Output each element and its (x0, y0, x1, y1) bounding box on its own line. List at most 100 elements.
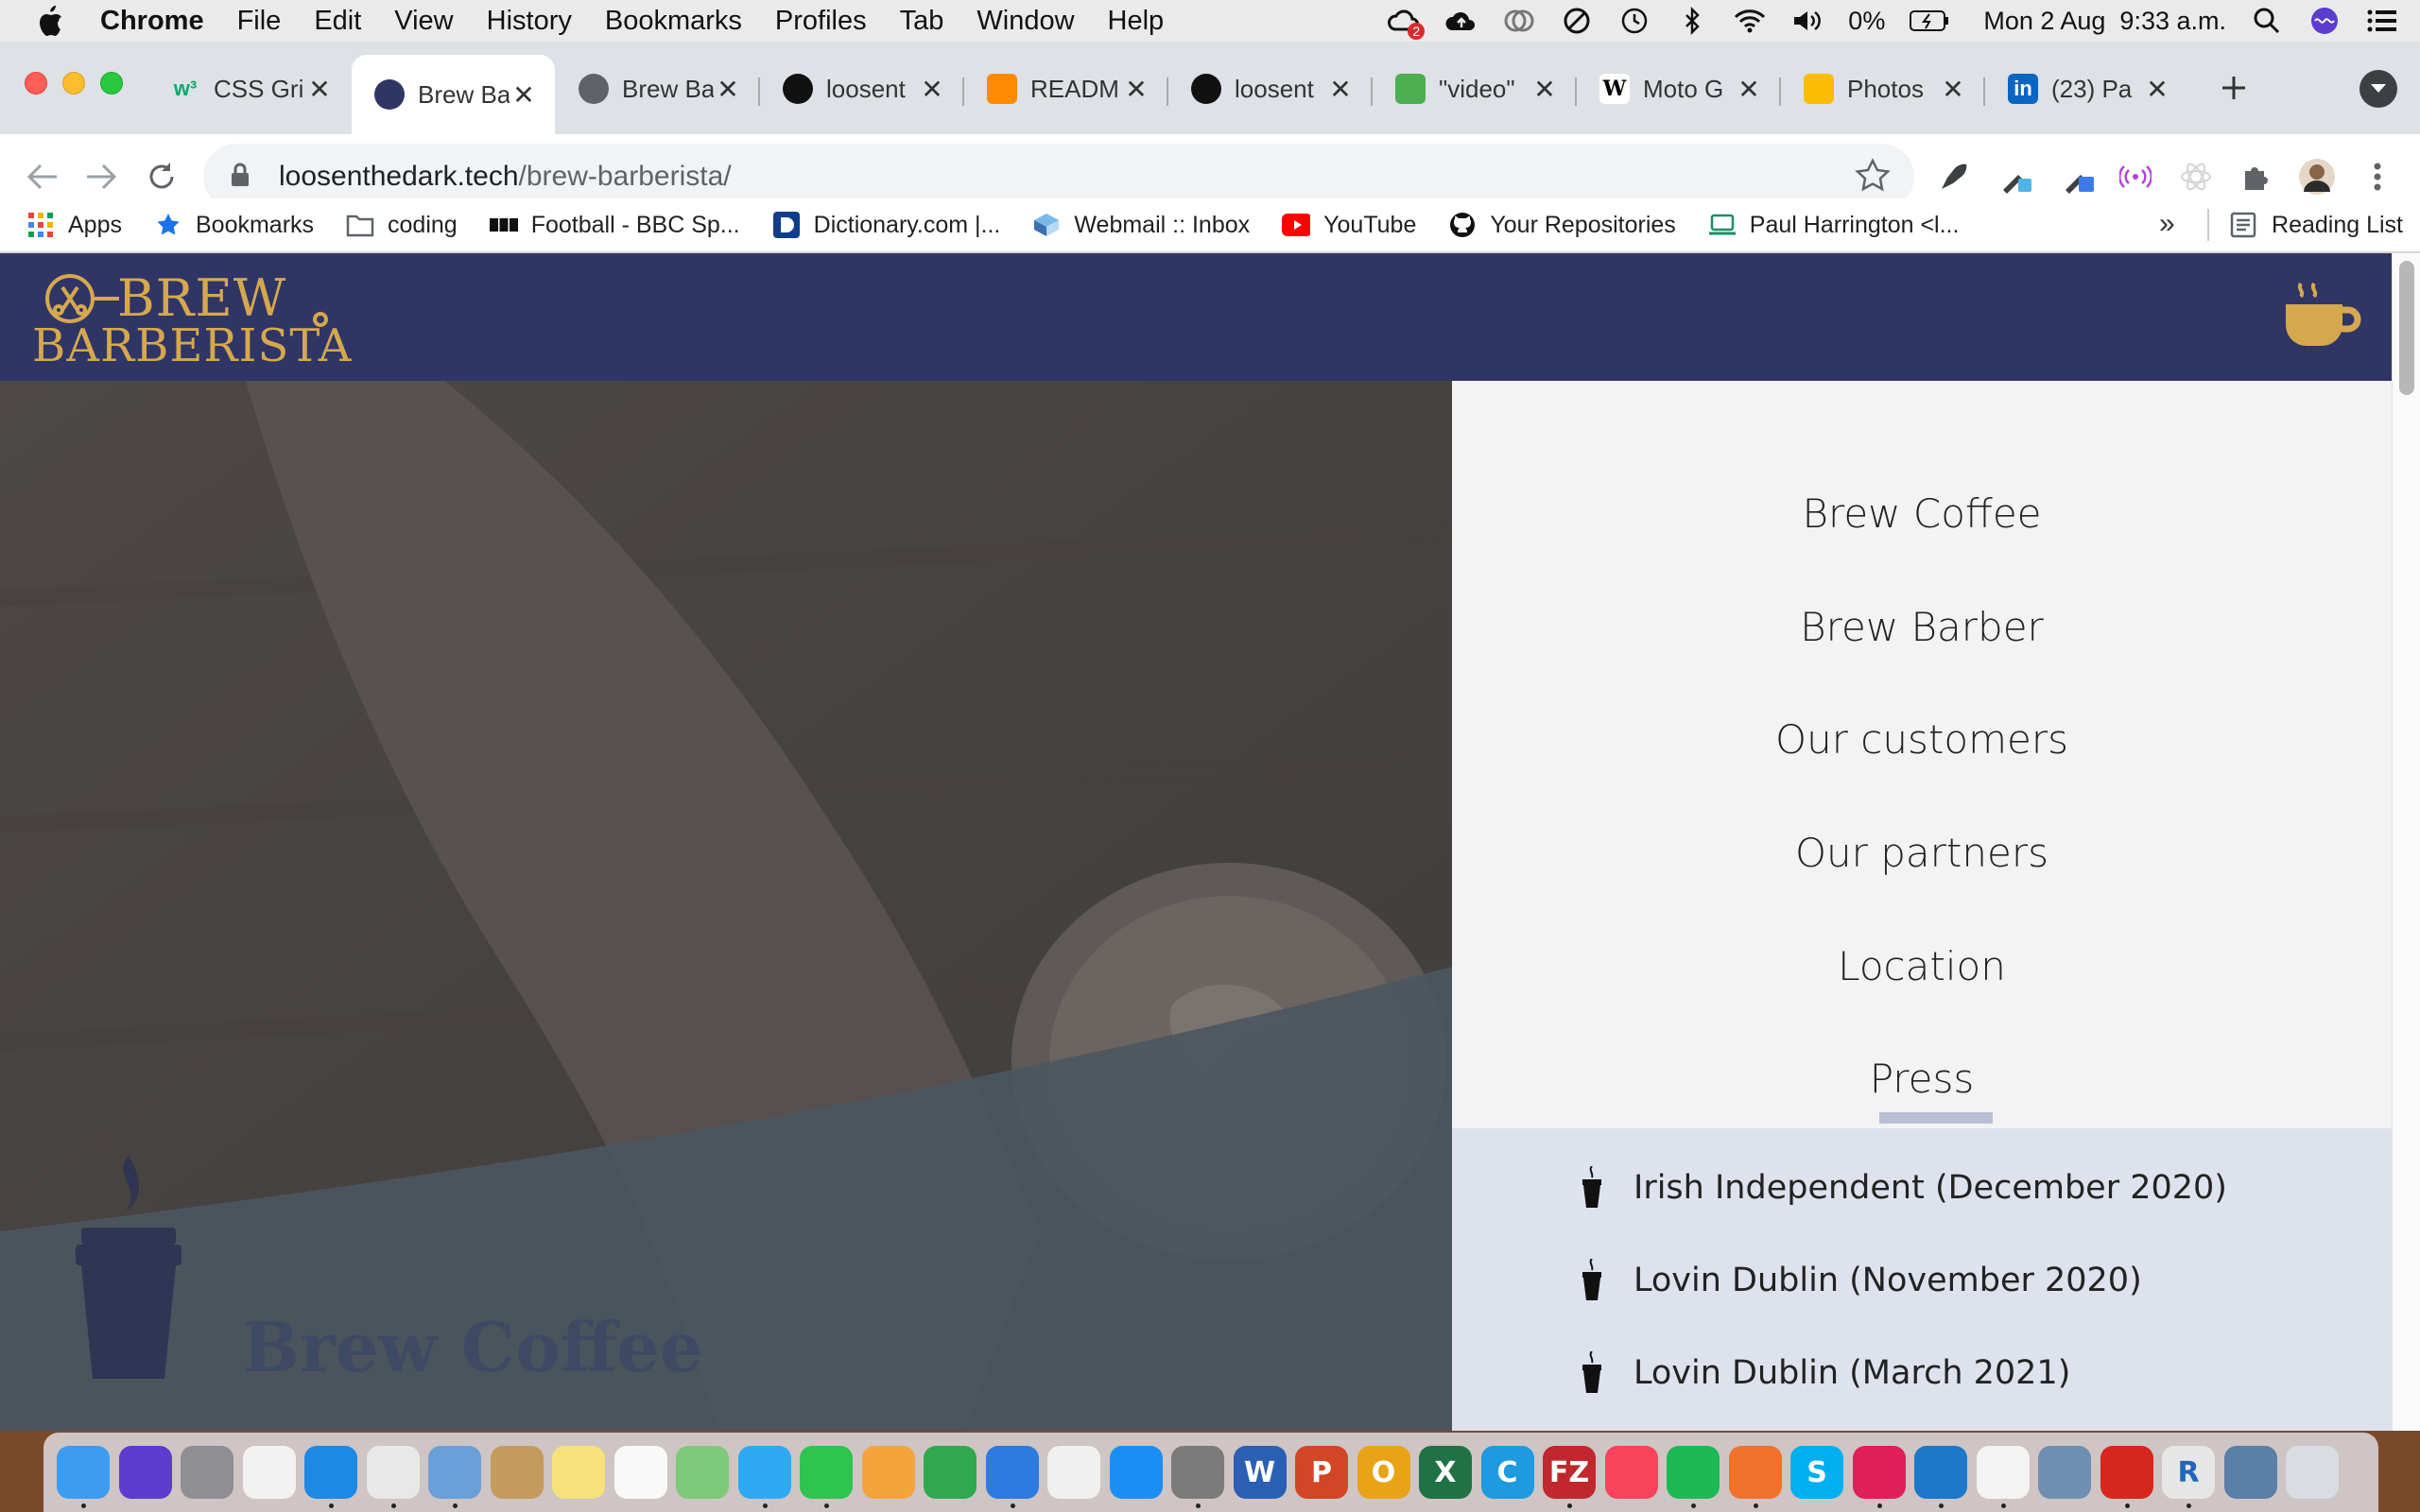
preview-dock-icon[interactable] (428, 1446, 481, 1508)
menu-history[interactable]: History (487, 6, 572, 37)
volume-icon[interactable] (1790, 4, 1824, 38)
browser-tab[interactable]: loosent ✕ (1168, 60, 1372, 117)
wifi-icon[interactable] (1733, 4, 1767, 38)
bookmark-item[interactable]: Webmail :: Inbox (1032, 211, 1250, 239)
system-preferences-dock-icon[interactable] (1171, 1446, 1224, 1508)
tab-close-icon[interactable]: ✕ (1939, 74, 1967, 105)
extensions-puzzle-icon[interactable] (2235, 155, 2278, 198)
bluetooth-icon[interactable] (1675, 4, 1709, 38)
browser-tab[interactable]: Brew Ba ✕ (352, 55, 555, 134)
bookmarks-overflow-button[interactable]: » (2159, 208, 2175, 240)
messages-dock-icon[interactable] (737, 1446, 791, 1508)
tab-close-icon[interactable]: ✕ (918, 74, 946, 105)
reading-list-button[interactable]: Reading List (2207, 198, 2403, 251)
notes-dock-icon[interactable] (552, 1446, 605, 1499)
word-dock-icon[interactable]: W (1233, 1446, 1287, 1499)
reload-button[interactable] (138, 153, 185, 200)
reminders-dock-icon[interactable] (614, 1446, 667, 1499)
window-minimize-button[interactable] (62, 72, 85, 94)
app-store-dock-icon[interactable] (1109, 1446, 1163, 1499)
cloud-upload-icon[interactable] (1444, 4, 1478, 38)
textedit-dock-icon[interactable] (1976, 1446, 2030, 1508)
menu-app-name[interactable]: Chrome (100, 6, 204, 37)
new-tab-button[interactable] (2210, 64, 2257, 112)
spotify-dock-icon[interactable] (1667, 1446, 1720, 1508)
eyedropper-extension-icon[interactable] (2057, 155, 2100, 198)
do-not-disturb-icon[interactable] (1560, 4, 1594, 38)
safari-dock-icon[interactable] (304, 1446, 357, 1508)
menu-edit[interactable]: Edit (314, 6, 361, 37)
cloud-sync-icon[interactable] (1502, 4, 1536, 38)
browser-tab[interactable]: READM ✕ (964, 60, 1167, 117)
acrobat-dock-icon[interactable] (2100, 1446, 2153, 1508)
bookmark-item[interactable]: Paul Harrington <l... (1708, 211, 1959, 239)
apple-menu-icon[interactable] (36, 5, 74, 37)
bookmark-star-icon[interactable] (1854, 157, 1892, 199)
filezilla-dock-icon[interactable]: FZ (1543, 1446, 1596, 1508)
menu-file[interactable]: File (237, 6, 282, 37)
bookmark-item[interactable]: coding (346, 211, 458, 239)
press-item[interactable]: Lovin Dublin (March 2021) (1575, 1351, 2070, 1395)
tab-search-button[interactable] (2360, 70, 2397, 108)
music-dock-icon[interactable] (1604, 1446, 1658, 1499)
time-machine-icon[interactable] (1617, 4, 1651, 38)
tab-close-icon[interactable]: ✕ (1122, 74, 1150, 105)
rocket-extension-icon[interactable] (1932, 155, 1976, 198)
tab-close-icon[interactable]: ✕ (2143, 74, 2171, 105)
browser-tab[interactable]: loosent ✕ (760, 60, 963, 117)
cursor-c-dock-icon[interactable]: C (1480, 1446, 1534, 1499)
menu-window[interactable]: Window (977, 6, 1074, 37)
bookmark-item[interactable]: YouTube (1282, 211, 1416, 239)
outlook-dock-icon[interactable]: O (1357, 1446, 1410, 1499)
app-grid-dock-icon[interactable] (242, 1446, 296, 1499)
slack-dock-icon[interactable] (1852, 1446, 1906, 1508)
menu-bookmarks[interactable]: Bookmarks (605, 6, 742, 37)
bookmark-item[interactable]: Dictionary.com |... (772, 211, 1000, 239)
launchpad-dock-icon[interactable] (181, 1446, 233, 1499)
back-button[interactable] (19, 153, 66, 200)
bookmark-item[interactable]: Bookmarks (154, 211, 314, 239)
battery-icon[interactable] (1909, 4, 1950, 38)
firefox-dock-icon[interactable] (1728, 1446, 1782, 1508)
menu-profiles[interactable]: Profiles (775, 6, 867, 37)
trash-dock-icon[interactable] (2286, 1446, 2339, 1499)
photos-dock-icon[interactable] (1047, 1446, 1100, 1499)
nav-link-brew-coffee[interactable]: Brew Coffee (1452, 490, 2392, 537)
nav-link-location[interactable]: Location (1452, 943, 2392, 989)
scrollbar-thumb[interactable] (2399, 261, 2414, 395)
broadcast-extension-icon[interactable] (2114, 155, 2157, 198)
r-lang-dock-icon[interactable]: R (2162, 1446, 2215, 1508)
nav-link-our-partners[interactable]: Our partners (1452, 830, 2392, 876)
coffee-cup-menu-icon[interactable] (2282, 278, 2363, 358)
nav-link-our-customers[interactable]: Our customers (1452, 716, 2392, 763)
lock-icon[interactable] (230, 162, 258, 193)
press-item[interactable]: Irish Independent (December 2020) (1575, 1166, 2227, 1210)
browser-tab[interactable]: Brew Ba ✕ (556, 60, 759, 117)
brew-barberista-logo[interactable]: BREW BARBERISTA (30, 268, 351, 372)
browser-tab[interactable]: w³ CSS Gri ✕ (147, 60, 351, 117)
contacts-dock-icon[interactable] (490, 1446, 544, 1499)
tab-close-icon[interactable]: ✕ (1326, 74, 1355, 105)
numbers-dock-icon[interactable] (924, 1446, 977, 1499)
facetime-dock-icon[interactable] (800, 1446, 853, 1508)
tab-close-icon[interactable]: ✕ (510, 79, 538, 111)
creative-cloud-icon[interactable]: 2 (1387, 4, 1426, 40)
profile-avatar[interactable] (2295, 155, 2339, 198)
maps-dock-icon[interactable] (676, 1446, 729, 1499)
bookmark-item[interactable]: Football - BBC Sp... (489, 211, 740, 239)
nav-link-press[interactable]: Press (1452, 1056, 2392, 1102)
browser-tab[interactable]: Photos ✕ (1781, 60, 1984, 117)
menu-help[interactable]: Help (1108, 6, 1165, 37)
pages-dock-icon[interactable] (861, 1446, 915, 1499)
image-capture-dock-icon[interactable] (2038, 1446, 2091, 1499)
menu-view[interactable]: View (394, 6, 453, 37)
keynote-dock-icon[interactable] (985, 1446, 1039, 1508)
tab-close-icon[interactable]: ✕ (1735, 74, 1763, 105)
powerpoint-dock-icon[interactable]: P (1295, 1446, 1348, 1499)
url-text[interactable]: loosenthedark.tech/brew-barberista/ (279, 161, 732, 193)
chrome-dock-icon[interactable] (366, 1446, 420, 1508)
bookmark-item[interactable]: Apps (26, 211, 122, 239)
window-zoom-button[interactable] (100, 72, 123, 94)
react-devtools-extension-icon[interactable] (2174, 155, 2218, 198)
archive-dock-icon[interactable] (2223, 1446, 2277, 1499)
